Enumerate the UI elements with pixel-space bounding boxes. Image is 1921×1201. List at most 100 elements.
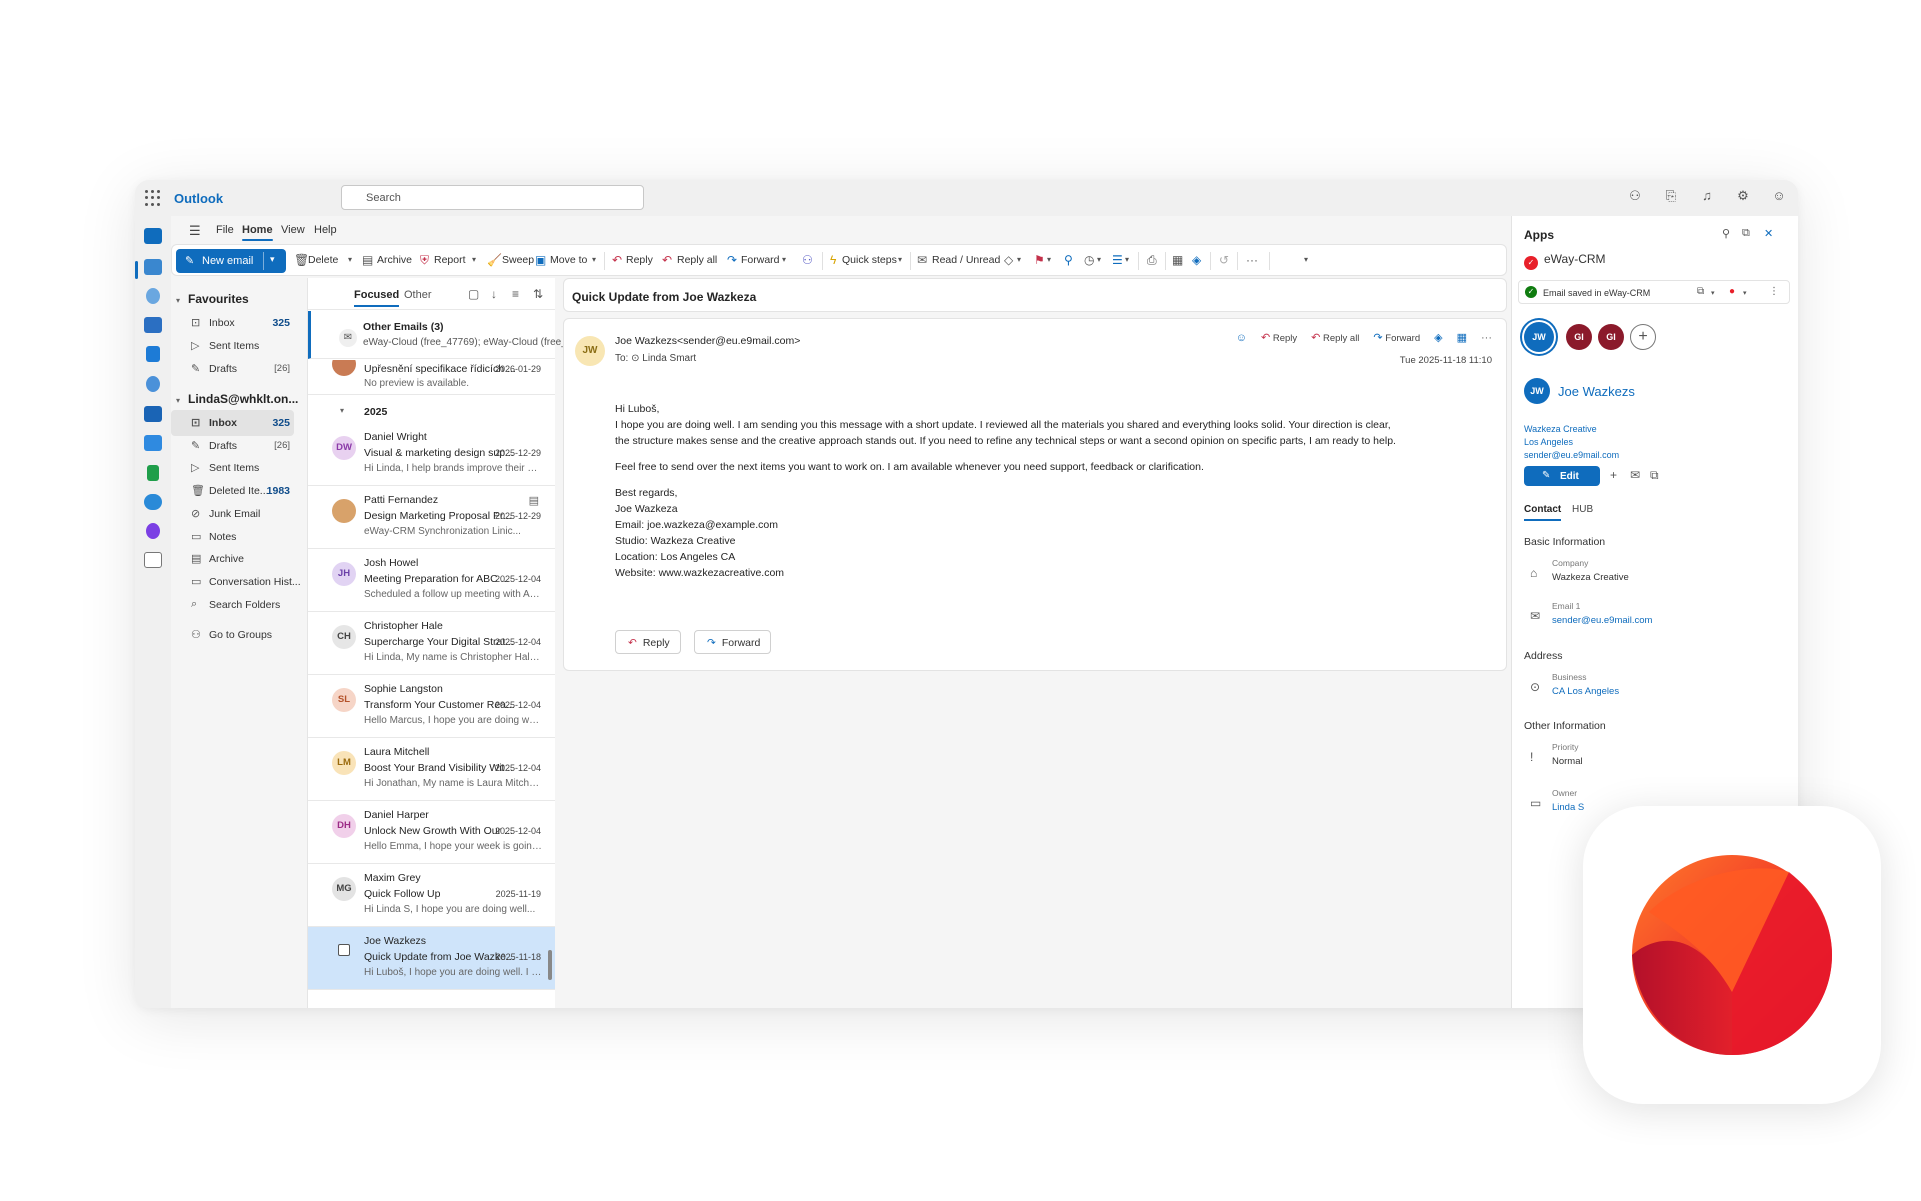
- report-button[interactable]: Report: [434, 254, 466, 266]
- chevron-down-icon[interactable]: ▾: [1711, 289, 1715, 297]
- move-to-button[interactable]: Move to: [550, 254, 587, 266]
- hamburger-icon[interactable]: ☰: [189, 223, 201, 239]
- reply-button[interactable]: ↶ Reply: [615, 630, 681, 654]
- chevron-down-icon[interactable]: ▾: [1743, 289, 1747, 297]
- recipient-name[interactable]: Linda Smart: [642, 353, 696, 364]
- list-item[interactable]: Upřesnění specifikace řídicích ... 2026-…: [308, 360, 555, 395]
- more-apps-icon[interactable]: [144, 552, 162, 568]
- tab-hub[interactable]: HUB: [1572, 504, 1593, 515]
- menu-home[interactable]: Home: [242, 224, 273, 241]
- list-item[interactable]: CH Christopher Hale Supercharge Your Dig…: [308, 612, 555, 675]
- pin-icon[interactable]: ⚲: [1722, 227, 1730, 240]
- more-icon[interactable]: ···: [1481, 332, 1492, 344]
- chevron-down-icon[interactable]: ▾: [472, 255, 476, 264]
- menu-view[interactable]: View: [281, 224, 305, 236]
- contact-name[interactable]: Joe Wazkezs: [1558, 384, 1635, 399]
- groups-icon[interactable]: [144, 317, 162, 333]
- other-emails-row[interactable]: ✉ Other Emails (3) eWay-Cloud (free_4776…: [308, 311, 586, 359]
- clock-icon[interactable]: ◷: [1084, 253, 1094, 267]
- reply-all-button[interactable]: Reply all: [677, 254, 717, 266]
- sender-address[interactable]: Joe Wazkezs<sender@eu.e9mail.com>: [615, 335, 800, 347]
- bookings-icon[interactable]: [144, 406, 162, 422]
- menu-file[interactable]: File: [216, 224, 234, 236]
- apps-icon[interactable]: ▦: [1457, 331, 1467, 344]
- add-contact-button[interactable]: +: [1630, 324, 1656, 350]
- chevron-down-icon[interactable]: ▾: [270, 254, 275, 265]
- list-item[interactable]: DH Daniel Harper Unlock New Growth With …: [308, 801, 555, 864]
- apps-icon[interactable]: [144, 435, 162, 451]
- business-value[interactable]: CA Los Angeles: [1552, 686, 1619, 697]
- tag-icon[interactable]: ◇: [1004, 253, 1013, 267]
- list-item[interactable]: ▤ Patti Fernandez Design Marketing Propo…: [308, 486, 555, 549]
- sweep-button[interactable]: Sweep: [502, 254, 534, 266]
- jump-to-icon[interactable]: ↓: [491, 287, 497, 301]
- flag-icon[interactable]: ⚑: [1034, 253, 1045, 267]
- sort-icon[interactable]: ⇅: [533, 287, 543, 301]
- city-link[interactable]: Los Angeles: [1524, 437, 1573, 447]
- more-icon[interactable]: ⋮: [1769, 286, 1779, 297]
- eway-icon[interactable]: ●: [1729, 286, 1735, 297]
- print-icon[interactable]: ⎙: [1147, 253, 1157, 268]
- contact-avatar[interactable]: JW: [1524, 322, 1554, 352]
- people-icon[interactable]: [146, 288, 160, 304]
- app-launcher-icon[interactable]: [145, 190, 161, 206]
- favourites-header[interactable]: ▾ Favourites: [176, 292, 249, 306]
- notes-icon[interactable]: ⎘: [1662, 188, 1680, 204]
- reply-button[interactable]: Reply: [626, 254, 653, 266]
- folder-search-folders[interactable]: ⌕ Search Folders: [171, 592, 294, 618]
- tab-contact[interactable]: Contact: [1524, 504, 1562, 521]
- popout-icon[interactable]: ⧉: [1742, 227, 1750, 240]
- tab-focused[interactable]: Focused: [354, 289, 400, 307]
- copilot-icon[interactable]: [146, 523, 160, 539]
- list-item[interactable]: LM Laura Mitchell Boost Your Brand Visib…: [308, 738, 555, 801]
- email1-value[interactable]: sender@eu.e9mail.com: [1552, 615, 1652, 626]
- search-input[interactable]: Search: [341, 185, 644, 210]
- account-header[interactable]: ▾ LindaS@whklt.on...: [176, 392, 298, 406]
- company-link[interactable]: Wazkeza Creative: [1524, 424, 1597, 434]
- envelope-icon[interactable]: ✉: [1630, 468, 1640, 482]
- email-link[interactable]: sender@eu.e9mail.com: [1524, 450, 1619, 460]
- calendar-icon[interactable]: [144, 259, 162, 275]
- forward-button[interactable]: Forward: [741, 254, 780, 266]
- read-unread-button[interactable]: Read / Unread: [932, 254, 1000, 266]
- rules-icon[interactable]: ☰: [1112, 253, 1123, 267]
- chevron-down-icon[interactable]: ▾: [1047, 255, 1051, 264]
- chevron-down-icon[interactable]: ▾: [1097, 255, 1101, 264]
- account-icon[interactable]: ☺: [1770, 188, 1788, 204]
- forward-action[interactable]: ↷ Forward: [1373, 331, 1420, 344]
- list-item[interactable]: MG Maxim Grey Quick Follow Up 2025-11-19…: [308, 864, 555, 927]
- list-item[interactable]: SL Sophie Langston Transform Your Custom…: [308, 675, 555, 738]
- chevron-down-icon[interactable]: ▾: [782, 255, 786, 264]
- pin-icon[interactable]: ⚲: [1064, 253, 1073, 267]
- org-icon[interactable]: [146, 376, 160, 392]
- select-icon[interactable]: ▢: [468, 287, 479, 301]
- emoji-icon[interactable]: ☺: [1236, 332, 1247, 344]
- share-icon[interactable]: ⧉: [1650, 468, 1659, 483]
- chevron-down-icon[interactable]: ▾: [1017, 255, 1021, 264]
- add-icon[interactable]: +: [1610, 468, 1617, 482]
- contact-avatar[interactable]: GI: [1598, 324, 1624, 350]
- more-options-button[interactable]: ···: [1246, 253, 1258, 267]
- mail-icon[interactable]: [144, 228, 162, 244]
- todo-icon[interactable]: [146, 346, 160, 362]
- close-icon[interactable]: ✕: [1764, 227, 1773, 240]
- contact-avatar[interactable]: GI: [1566, 324, 1592, 350]
- immersive-reader-icon[interactable]: ▦: [1172, 253, 1183, 267]
- archive-button[interactable]: Archive: [377, 254, 412, 266]
- chevron-down-icon[interactable]: ▾: [1304, 255, 1308, 264]
- forward-button[interactable]: ↷ Forward: [694, 630, 772, 654]
- bell-icon[interactable]: ♫: [1698, 188, 1716, 204]
- go-to-groups-link[interactable]: ⚇ Go to Groups: [171, 622, 294, 648]
- list-item[interactable]: DW Daniel Wright Visual & marketing desi…: [308, 423, 555, 486]
- chevron-down-icon[interactable]: ▾: [898, 255, 902, 264]
- new-email-button[interactable]: ✎ New email ▾: [176, 249, 286, 273]
- onedrive-icon[interactable]: [144, 494, 162, 510]
- reply-all-action[interactable]: ↶ Reply all: [1311, 331, 1359, 344]
- reply-action[interactable]: ↶ Reply: [1261, 331, 1297, 344]
- select-checkbox[interactable]: [338, 944, 350, 956]
- open-icon[interactable]: ⧉: [1697, 286, 1704, 297]
- delete-button[interactable]: Delete: [308, 254, 338, 266]
- excel-icon[interactable]: [147, 465, 159, 481]
- date-group-header[interactable]: ▾ 2025: [308, 399, 555, 425]
- list-item-selected[interactable]: Joe Wazkezs Quick Update from Joe Wazke.…: [308, 927, 555, 990]
